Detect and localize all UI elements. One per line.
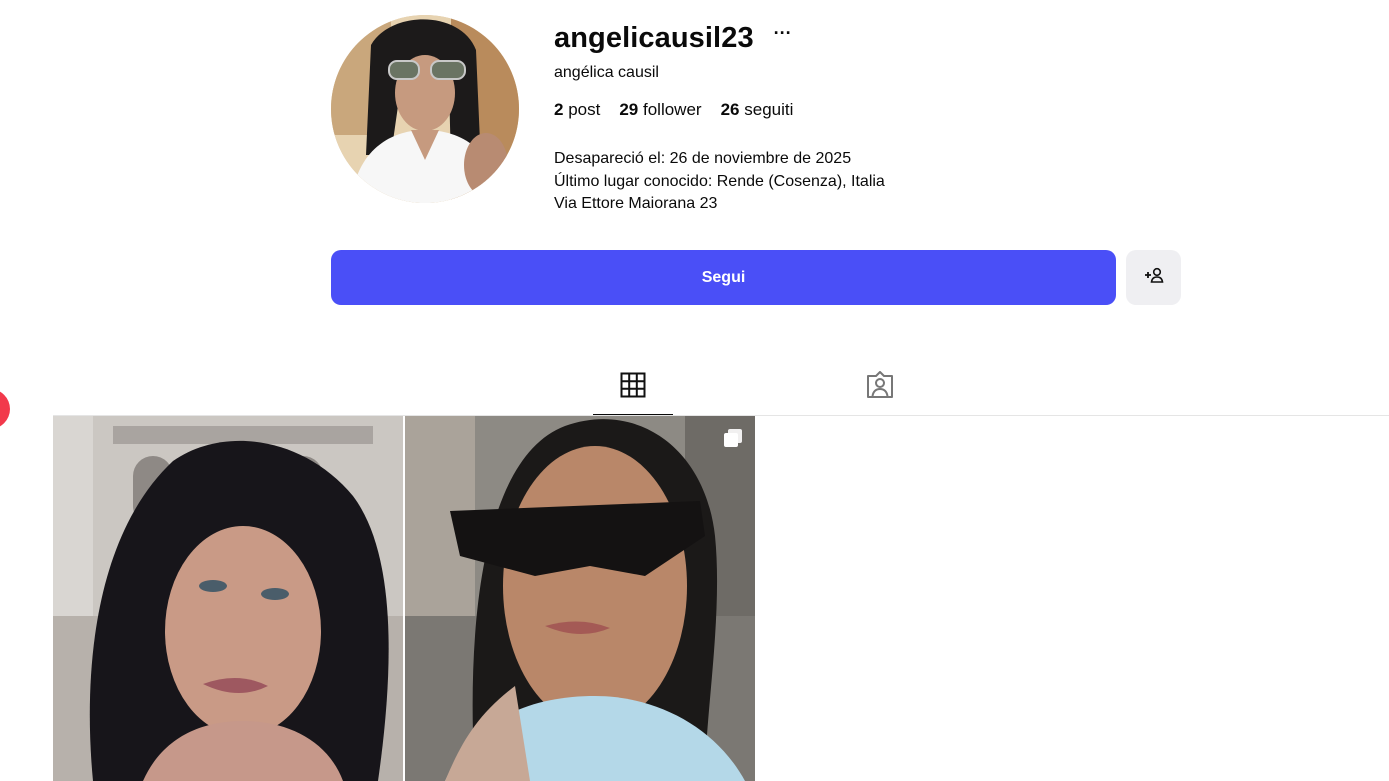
username-row: angelicausil23 ··· — [554, 18, 796, 58]
suggested-accounts-button[interactable] — [1126, 250, 1181, 305]
carousel-icon — [723, 428, 743, 453]
bio: Desapareció el: 26 de noviembre de 2025 … — [554, 148, 885, 216]
bio-line: Último lugar conocido: Rende (Cosenza), … — [554, 172, 885, 190]
stat-following-label: seguiti — [744, 100, 794, 119]
add-person-icon — [1144, 267, 1164, 288]
username: angelicausil23 — [554, 21, 754, 54]
stat-followers[interactable]: 29 follower — [619, 100, 701, 120]
profile-tabs — [0, 360, 1389, 416]
more-options-button[interactable]: ··· — [770, 22, 796, 44]
avatar[interactable] — [331, 15, 519, 203]
grid-icon — [620, 372, 646, 403]
stat-posts-label: post — [568, 100, 601, 119]
stat-following-value: 26 — [720, 100, 740, 119]
post-tile[interactable] — [405, 416, 755, 781]
profile-page: angelicausil23 ··· angélica causil 2 pos… — [0, 0, 1389, 781]
stat-posts[interactable]: 2 post — [554, 100, 600, 120]
stat-followers-label: follower — [643, 100, 702, 119]
tab-posts[interactable] — [593, 360, 673, 416]
post-tile[interactable] — [53, 416, 403, 781]
follow-button[interactable]: Segui — [331, 250, 1116, 305]
bio-line: Via Ettore Maiorana 23 — [554, 195, 718, 212]
stat-following[interactable]: 26 seguiti — [721, 100, 794, 120]
bio-line: Desapareció el: 26 de noviembre de 2025 — [554, 150, 852, 167]
profile-stats: 2 post 29 follower 26 seguiti — [554, 100, 812, 120]
stat-followers-value: 29 — [619, 100, 639, 119]
tagged-icon — [865, 370, 895, 404]
tab-tagged[interactable] — [840, 360, 920, 414]
full-name: angélica causil — [554, 64, 659, 81]
stat-posts-value: 2 — [554, 100, 564, 119]
